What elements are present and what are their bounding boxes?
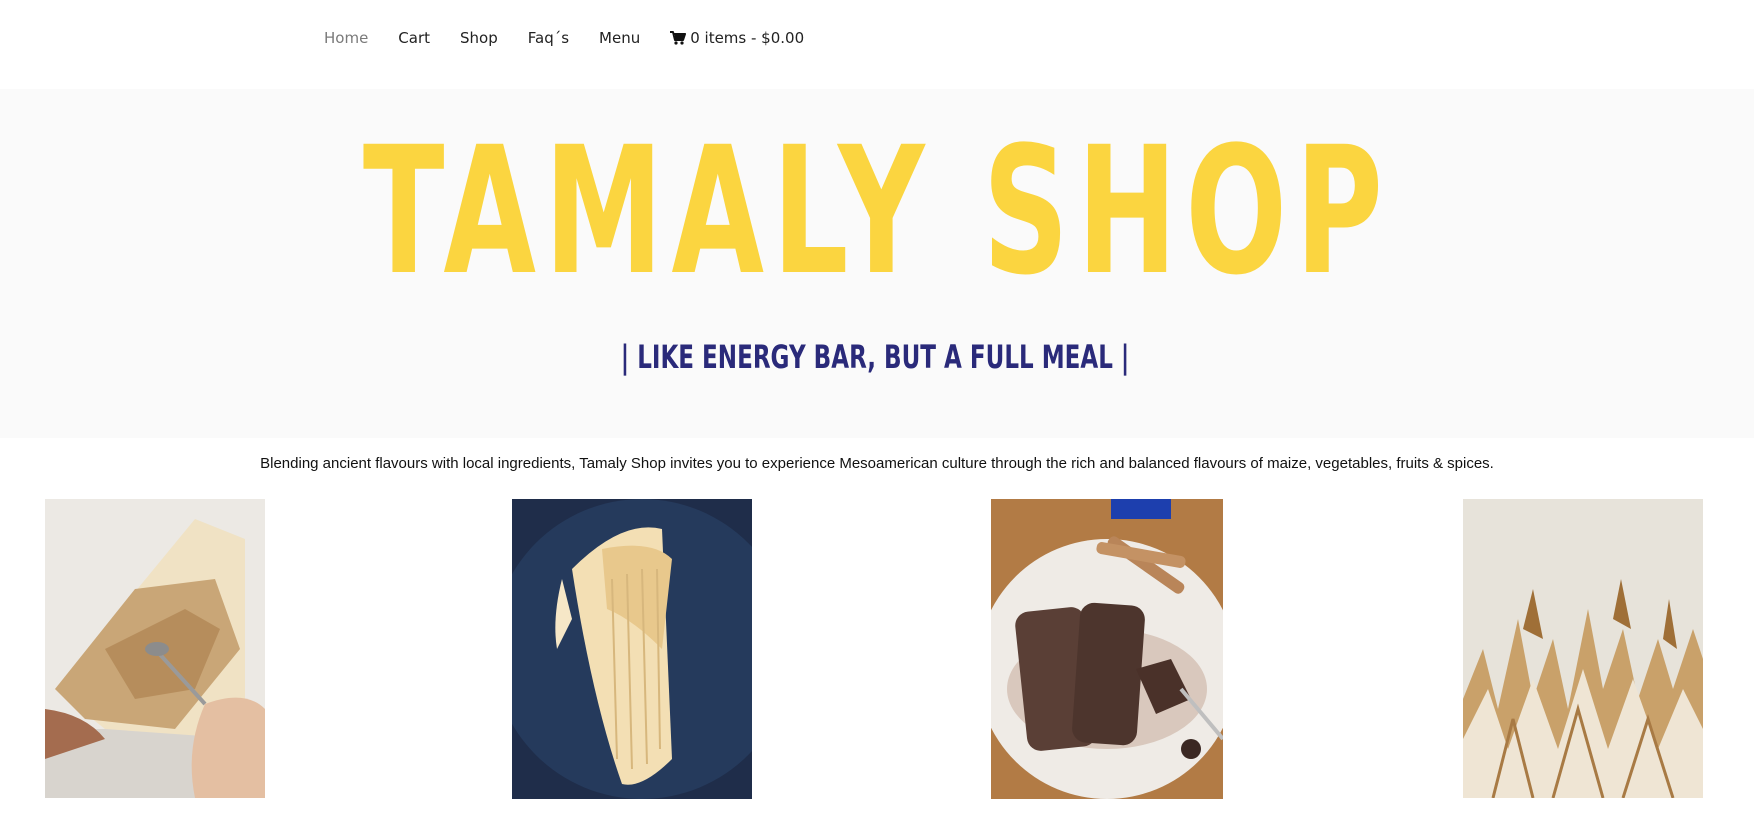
gallery-image-tamale-opened [45, 499, 265, 798]
nav-item-shop[interactable]: Shop [460, 29, 498, 47]
nav-item-home[interactable]: Home [324, 29, 368, 47]
site-title: TAMALY SHOP [362, 109, 1392, 314]
top-navigation: Home Cart Shop Faq´s Menu 0 items - $0.0… [0, 0, 1754, 89]
cart-summary-text: 0 items - $0.00 [690, 29, 805, 47]
gallery-image-corn-husks [1463, 499, 1703, 798]
gallery-image-chocolate-tamales [991, 499, 1223, 799]
intro-paragraph: Blending ancient flavours with local ing… [260, 455, 1494, 472]
nav-menu: Home Cart Shop Faq´s Menu 0 items - $0.0… [324, 29, 804, 47]
gallery-image-wrapped-tamale [512, 499, 752, 799]
nav-item-faqs[interactable]: Faq´s [528, 29, 569, 47]
cart-summary-link[interactable]: 0 items - $0.00 [670, 29, 804, 47]
site-tagline: | LIKE ENERGY BAR, BUT A FULL MEAL | [620, 338, 1130, 376]
shopping-cart-icon [670, 31, 687, 45]
nav-item-cart[interactable]: Cart [398, 29, 430, 47]
nav-item-menu[interactable]: Menu [599, 29, 640, 47]
